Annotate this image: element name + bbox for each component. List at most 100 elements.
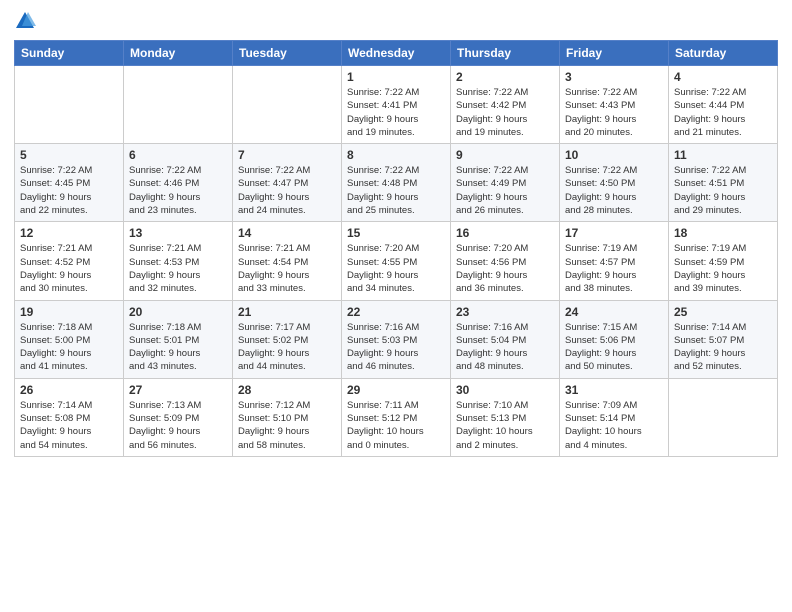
day-number: 15 [347,226,445,240]
day-number: 21 [238,305,336,319]
calendar-cell: 17 Sunrise: 7:19 AM Sunset: 4:57 PM Dayli… [560,222,669,300]
day-number: 2 [456,70,554,84]
calendar-cell: 15 Sunrise: 7:20 AM Sunset: 4:55 PM Dayli… [342,222,451,300]
weekday-header-row: SundayMondayTuesdayWednesdayThursdayFrid… [15,41,778,66]
day-number: 29 [347,383,445,397]
calendar-cell: 29 Sunrise: 7:11 AM Sunset: 5:12 PM Dayli… [342,378,451,456]
day-info: Sunrise: 7:19 AM Sunset: 4:57 PM Dayligh… [565,242,663,295]
day-number: 12 [20,226,118,240]
calendar-cell: 11 Sunrise: 7:22 AM Sunset: 4:51 PM Dayli… [669,144,778,222]
day-number: 16 [456,226,554,240]
calendar-cell: 23Sunrise: 7:16 AM Sunset: 5:04 PM Dayli… [451,300,560,378]
day-info: Sunrise: 7:18 AM Sunset: 5:01 PM Dayligh… [129,321,227,374]
day-info: Sunrise: 7:14 AM Sunset: 5:07 PM Dayligh… [674,321,772,374]
header [14,10,778,32]
day-info: Sunrise: 7:19 AM Sunset: 4:59 PM Dayligh… [674,242,772,295]
day-info: Sunrise: 7:22 AM Sunset: 4:51 PM Dayligh… [674,164,772,217]
calendar-cell: 14Sunrise: 7:21 AM Sunset: 4:54 PM Dayli… [233,222,342,300]
day-info: Sunrise: 7:11 AM Sunset: 5:12 PM Dayligh… [347,399,445,452]
day-number: 25 [674,305,772,319]
day-number: 4 [674,70,772,84]
day-number: 19 [20,305,118,319]
calendar-cell: 28 Sunrise: 7:12 AM Sunset: 5:10 PM Dayli… [233,378,342,456]
calendar-cell: 24 Sunrise: 7:15 AM Sunset: 5:06 PM Dayli… [560,300,669,378]
weekday-header-thursday: Thursday [451,41,560,66]
day-number: 8 [347,148,445,162]
day-number: 5 [20,148,118,162]
day-info: Sunrise: 7:15 AM Sunset: 5:06 PM Dayligh… [565,321,663,374]
day-number: 1 [347,70,445,84]
calendar-cell: 27 Sunrise: 7:13 AM Sunset: 5:09 PM Dayli… [124,378,233,456]
day-number: 3 [565,70,663,84]
calendar-cell: 6 Sunrise: 7:22 AM Sunset: 4:46 PM Daylig… [124,144,233,222]
day-info: Sunrise: 7:22 AM Sunset: 4:46 PM Dayligh… [129,164,227,217]
weekday-header-monday: Monday [124,41,233,66]
calendar-cell: 4Sunrise: 7:22 AM Sunset: 4:44 PM Daylig… [669,66,778,144]
day-info: Sunrise: 7:13 AM Sunset: 5:09 PM Dayligh… [129,399,227,452]
calendar-cell: 10 Sunrise: 7:22 AM Sunset: 4:50 PM Dayli… [560,144,669,222]
weekday-header-wednesday: Wednesday [342,41,451,66]
day-info: Sunrise: 7:10 AM Sunset: 5:13 PM Dayligh… [456,399,554,452]
day-number: 23 [456,305,554,319]
day-info: Sunrise: 7:20 AM Sunset: 4:55 PM Dayligh… [347,242,445,295]
logo-icon [14,10,36,32]
calendar-cell [15,66,124,144]
day-number: 30 [456,383,554,397]
day-info: Sunrise: 7:17 AM Sunset: 5:02 PM Dayligh… [238,321,336,374]
calendar-cell: 22 Sunrise: 7:16 AM Sunset: 5:03 PM Dayli… [342,300,451,378]
calendar-cell: 3Sunrise: 7:22 AM Sunset: 4:43 PM Daylig… [560,66,669,144]
day-number: 9 [456,148,554,162]
day-number: 6 [129,148,227,162]
page: SundayMondayTuesdayWednesdayThursdayFrid… [0,0,792,612]
day-info: Sunrise: 7:12 AM Sunset: 5:10 PM Dayligh… [238,399,336,452]
calendar-cell: 8 Sunrise: 7:22 AM Sunset: 4:48 PM Daylig… [342,144,451,222]
day-info: Sunrise: 7:22 AM Sunset: 4:42 PM Dayligh… [456,86,554,139]
calendar-cell: 25 Sunrise: 7:14 AM Sunset: 5:07 PM Dayli… [669,300,778,378]
calendar-table: SundayMondayTuesdayWednesdayThursdayFrid… [14,40,778,457]
calendar-cell: 5Sunrise: 7:22 AM Sunset: 4:45 PM Daylig… [15,144,124,222]
calendar-cell [124,66,233,144]
day-number: 11 [674,148,772,162]
calendar-cell: 16Sunrise: 7:20 AM Sunset: 4:56 PM Dayli… [451,222,560,300]
day-info: Sunrise: 7:14 AM Sunset: 5:08 PM Dayligh… [20,399,118,452]
day-info: Sunrise: 7:22 AM Sunset: 4:50 PM Dayligh… [565,164,663,217]
calendar-cell [669,378,778,456]
calendar-cell: 2 Sunrise: 7:22 AM Sunset: 4:42 PM Daylig… [451,66,560,144]
day-number: 22 [347,305,445,319]
calendar-cell: 20 Sunrise: 7:18 AM Sunset: 5:01 PM Dayli… [124,300,233,378]
weekday-header-tuesday: Tuesday [233,41,342,66]
calendar-cell: 9Sunrise: 7:22 AM Sunset: 4:49 PM Daylig… [451,144,560,222]
logo [14,10,40,32]
weekday-header-sunday: Sunday [15,41,124,66]
day-info: Sunrise: 7:21 AM Sunset: 4:54 PM Dayligh… [238,242,336,295]
day-number: 28 [238,383,336,397]
day-number: 31 [565,383,663,397]
day-number: 13 [129,226,227,240]
day-number: 17 [565,226,663,240]
day-info: Sunrise: 7:09 AM Sunset: 5:14 PM Dayligh… [565,399,663,452]
calendar-cell: 1 Sunrise: 7:22 AM Sunset: 4:41 PM Daylig… [342,66,451,144]
day-number: 7 [238,148,336,162]
calendar-cell: 12Sunrise: 7:21 AM Sunset: 4:52 PM Dayli… [15,222,124,300]
day-info: Sunrise: 7:16 AM Sunset: 5:03 PM Dayligh… [347,321,445,374]
calendar-cell: 18 Sunrise: 7:19 AM Sunset: 4:59 PM Dayli… [669,222,778,300]
weekday-header-friday: Friday [560,41,669,66]
calendar-cell: 31 Sunrise: 7:09 AM Sunset: 5:14 PM Dayli… [560,378,669,456]
day-number: 10 [565,148,663,162]
day-info: Sunrise: 7:22 AM Sunset: 4:48 PM Dayligh… [347,164,445,217]
day-number: 27 [129,383,227,397]
day-info: Sunrise: 7:22 AM Sunset: 4:41 PM Dayligh… [347,86,445,139]
day-number: 20 [129,305,227,319]
day-number: 26 [20,383,118,397]
day-number: 24 [565,305,663,319]
calendar-cell: 26 Sunrise: 7:14 AM Sunset: 5:08 PM Dayli… [15,378,124,456]
weekday-header-saturday: Saturday [669,41,778,66]
calendar-cell: 7 Sunrise: 7:22 AM Sunset: 4:47 PM Daylig… [233,144,342,222]
day-number: 18 [674,226,772,240]
calendar-cell: 19Sunrise: 7:18 AM Sunset: 5:00 PM Dayli… [15,300,124,378]
calendar-cell [233,66,342,144]
day-info: Sunrise: 7:21 AM Sunset: 4:53 PM Dayligh… [129,242,227,295]
day-info: Sunrise: 7:22 AM Sunset: 4:47 PM Dayligh… [238,164,336,217]
calendar-cell: 21 Sunrise: 7:17 AM Sunset: 5:02 PM Dayli… [233,300,342,378]
calendar-cell: 13 Sunrise: 7:21 AM Sunset: 4:53 PM Dayli… [124,222,233,300]
